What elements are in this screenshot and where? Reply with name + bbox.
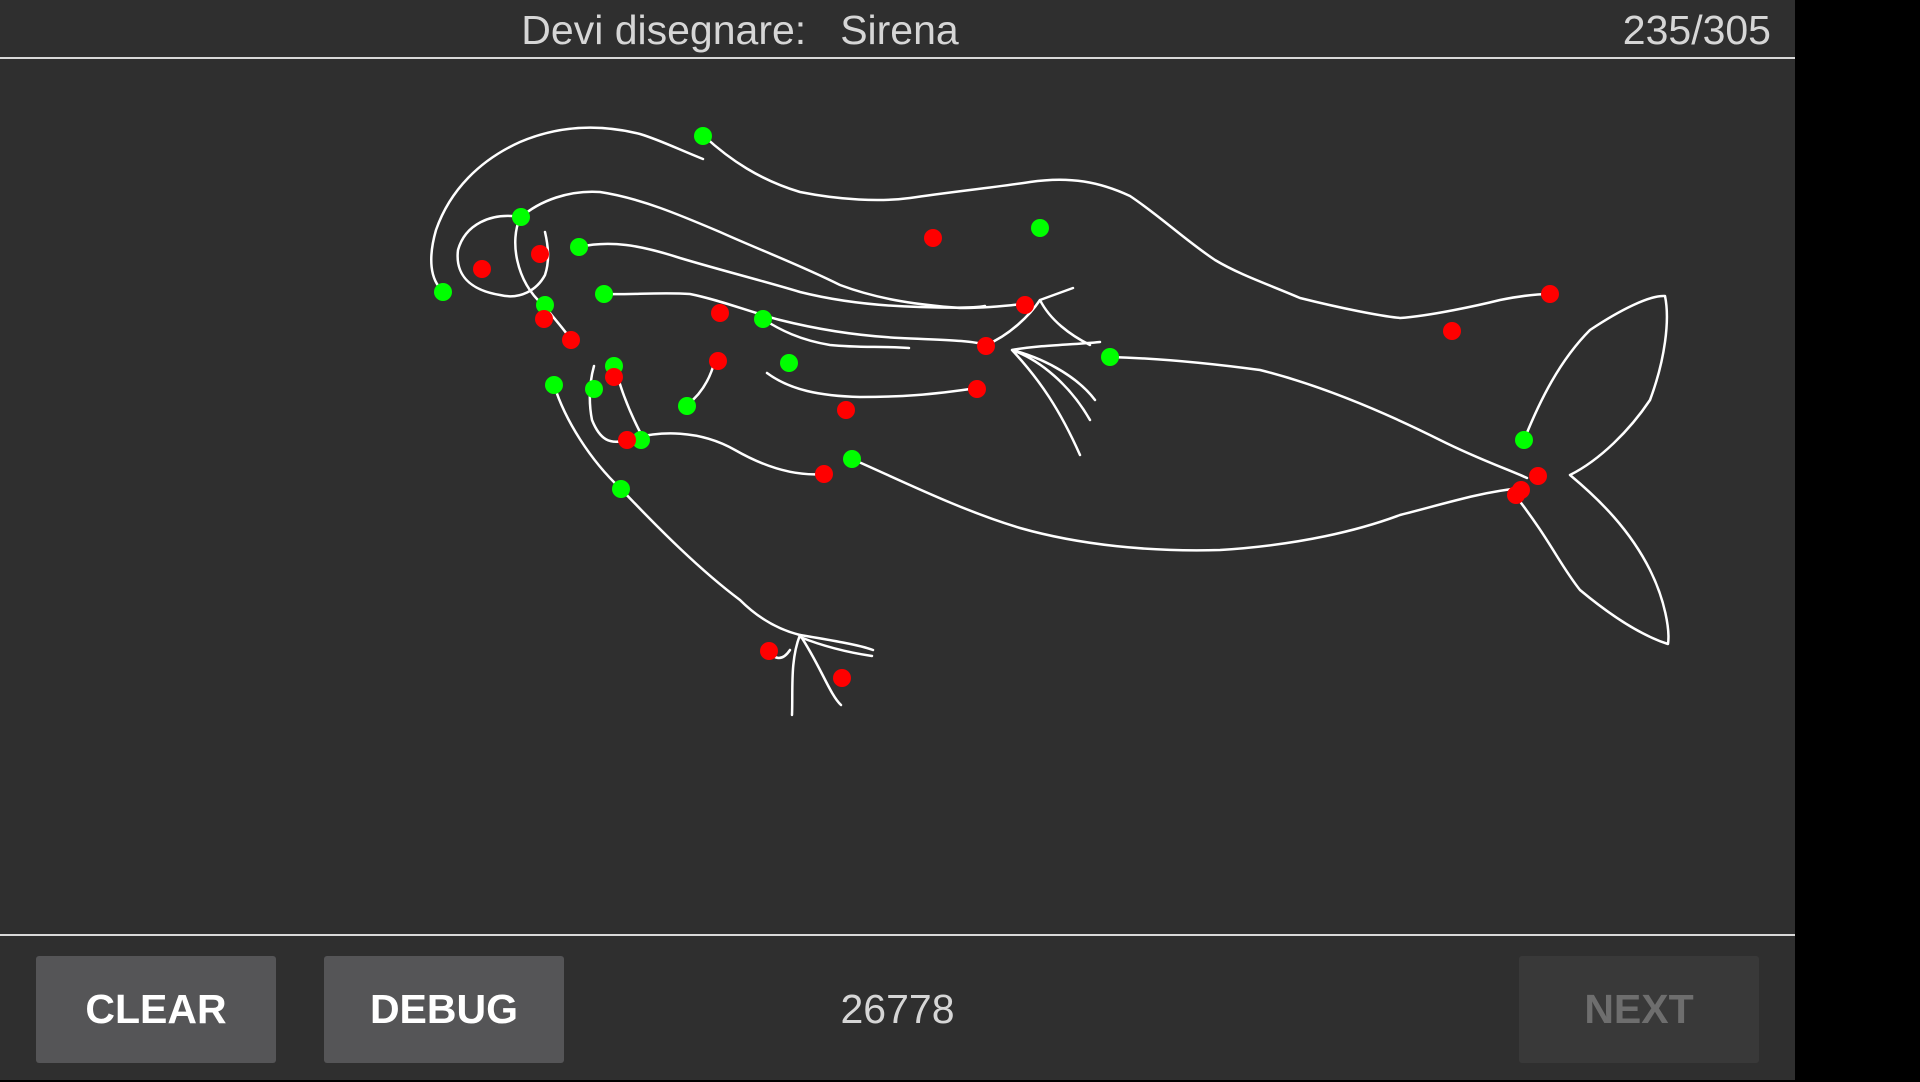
start-marker (570, 238, 588, 256)
end-marker (1016, 296, 1034, 314)
stroke-hair-top (702, 134, 1552, 320)
stroke-hand-fingers (1010, 340, 1102, 457)
end-marker (815, 465, 833, 483)
stroke-arm-lower (761, 317, 911, 350)
footer-bar: CLEAR DEBUG 26778 NEXT (0, 934, 1795, 1082)
stroke-body-upper (1108, 355, 1529, 480)
start-marker (612, 480, 630, 498)
progress-counter: 235/305 (1622, 7, 1771, 53)
start-marker (545, 376, 563, 394)
stroke-arm-upper (602, 292, 988, 347)
start-marker (678, 397, 696, 415)
end-marker (605, 368, 623, 386)
header-bar: Devi disegnare: Sirena 235/305 (0, 0, 1795, 59)
start-marker (780, 354, 798, 372)
end-marker (977, 337, 995, 355)
end-marker (618, 431, 636, 449)
start-marker (1031, 219, 1049, 237)
end-marker (760, 642, 778, 660)
end-marker (711, 304, 729, 322)
drawing-prompt: Devi disegnare: Sirena (0, 0, 1480, 60)
debug-button[interactable]: DEBUG (324, 956, 564, 1063)
end-marker (1443, 322, 1461, 340)
stroke-arm-right (765, 371, 979, 399)
start-marker (694, 127, 712, 145)
start-marker (754, 310, 772, 328)
clear-button[interactable]: CLEAR (36, 956, 276, 1063)
start-marker (585, 380, 603, 398)
next-button[interactable]: NEXT (1519, 956, 1759, 1063)
end-marker (709, 352, 727, 370)
end-marker (535, 310, 553, 328)
end-marker (1541, 285, 1559, 303)
prompt-label: Devi disegnare: (521, 7, 807, 53)
start-marker (1101, 348, 1119, 366)
stroke-end-markers (473, 229, 1559, 687)
end-marker (1529, 467, 1547, 485)
end-marker (924, 229, 942, 247)
end-marker (837, 401, 855, 419)
start-marker (595, 285, 613, 303)
app-window: Devi disegnare: Sirena 235/305 CLEAR DEB… (0, 0, 1795, 1080)
start-marker (843, 450, 861, 468)
score-value: 26778 (840, 986, 955, 1032)
start-marker (1515, 431, 1533, 449)
end-marker (531, 245, 549, 263)
drawn-strokes (430, 126, 1670, 717)
stroke-arm-hand (984, 286, 1092, 347)
end-marker (1507, 486, 1525, 504)
start-marker (434, 283, 452, 301)
start-marker (512, 208, 530, 226)
stroke-hair-inner-2 (577, 242, 987, 309)
end-marker (473, 260, 491, 278)
end-marker (968, 380, 986, 398)
end-marker (833, 669, 851, 687)
drawing-canvas[interactable] (0, 59, 1795, 934)
prompt-word: Sirena (840, 7, 959, 53)
end-marker (562, 331, 580, 349)
stroke-body-lower (850, 457, 1523, 552)
